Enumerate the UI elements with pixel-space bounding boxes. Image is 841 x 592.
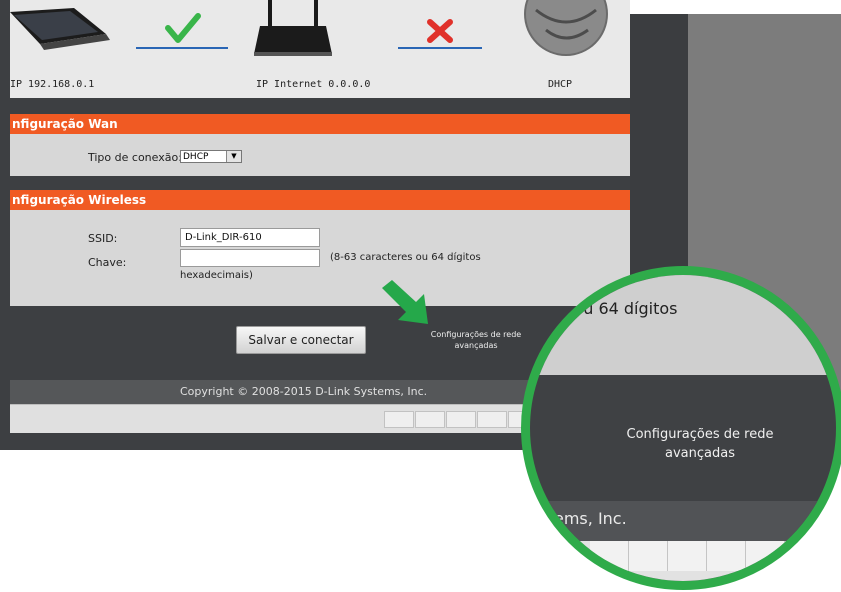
advanced-link-line1: Configurações de rede: [430, 330, 522, 339]
wan-section-header: nfiguração Wan: [10, 114, 630, 134]
wireless-section-header: nfiguração Wireless: [10, 190, 630, 210]
save-connect-button[interactable]: Salvar e conectar: [236, 326, 366, 354]
key-label: Chave:: [88, 256, 127, 269]
error-x-icon: [427, 19, 453, 43]
magnified-copyright-text: ems, Inc.: [554, 509, 627, 528]
zoom-magnifier: s ou 64 dígitos Configurações de rede av…: [521, 266, 841, 590]
taskbar-slot[interactable]: [384, 411, 414, 428]
taskbar-slot[interactable]: [590, 541, 629, 571]
wan-section-body: Tipo de conexão: DHCP ▼: [10, 134, 630, 176]
taskbar-slot[interactable]: [415, 411, 445, 428]
dhcp-label: DHCP: [548, 79, 573, 90]
checkmark-icon: [165, 13, 201, 43]
advanced-link-line2: avançadas: [454, 341, 498, 350]
status-graphic: [10, 0, 608, 56]
connection-type-label: Tipo de conexão:: [88, 151, 182, 164]
globe-icon: [524, 0, 608, 56]
advanced-settings-link[interactable]: Configurações de rede avançadas: [418, 329, 534, 351]
key-hint: (8-63 caracteres ou 64 dígitos: [330, 252, 481, 263]
green-arrow-icon: [382, 280, 428, 324]
magnified-link-line2: avançadas: [665, 446, 735, 461]
ssid-input[interactable]: D-Link_DIR-610: [180, 228, 320, 247]
key-input[interactable]: [180, 249, 320, 267]
network-globe-icon[interactable]: [774, 553, 794, 573]
ssid-label: SSID:: [88, 232, 118, 245]
connection-type-value: DHCP: [183, 152, 209, 162]
chevron-down-icon[interactable]: ▼: [226, 151, 241, 162]
copyright-text: Copyright © 2008-2015 D-Link Systems, In…: [180, 385, 428, 398]
taskbar-slot[interactable]: [707, 541, 746, 571]
taskbar-slot[interactable]: [629, 541, 668, 571]
connection-type-select[interactable]: DHCP ▼: [180, 150, 242, 163]
magnified-advanced-link[interactable]: Configurações de rede avançadas: [590, 425, 810, 463]
laptop-icon: [10, 8, 110, 50]
taskbar-slot[interactable]: [477, 411, 507, 428]
magnified-hint-area: s ou 64 dígitos: [530, 275, 836, 375]
internet-ip-label: IP Internet 0.0.0.0: [256, 79, 371, 90]
status-panel: IP 192.168.0.1 IP Internet 0.0.0.0 DHCP: [10, 0, 630, 98]
key-hint-continued: hexadecimais): [180, 270, 253, 281]
taskbar-slot[interactable]: [446, 411, 476, 428]
magnified-link-line1: Configurações de rede: [626, 427, 774, 442]
magnified-hint-text: s ou 64 dígitos: [560, 299, 678, 318]
magnified-taskbar: [530, 541, 836, 581]
magnified-copyright-bar: ems, Inc.: [530, 501, 836, 541]
local-ip-label: IP 192.168.0.1: [10, 79, 95, 90]
router-icon: [254, 0, 332, 56]
taskbar-slot[interactable]: [668, 541, 707, 571]
